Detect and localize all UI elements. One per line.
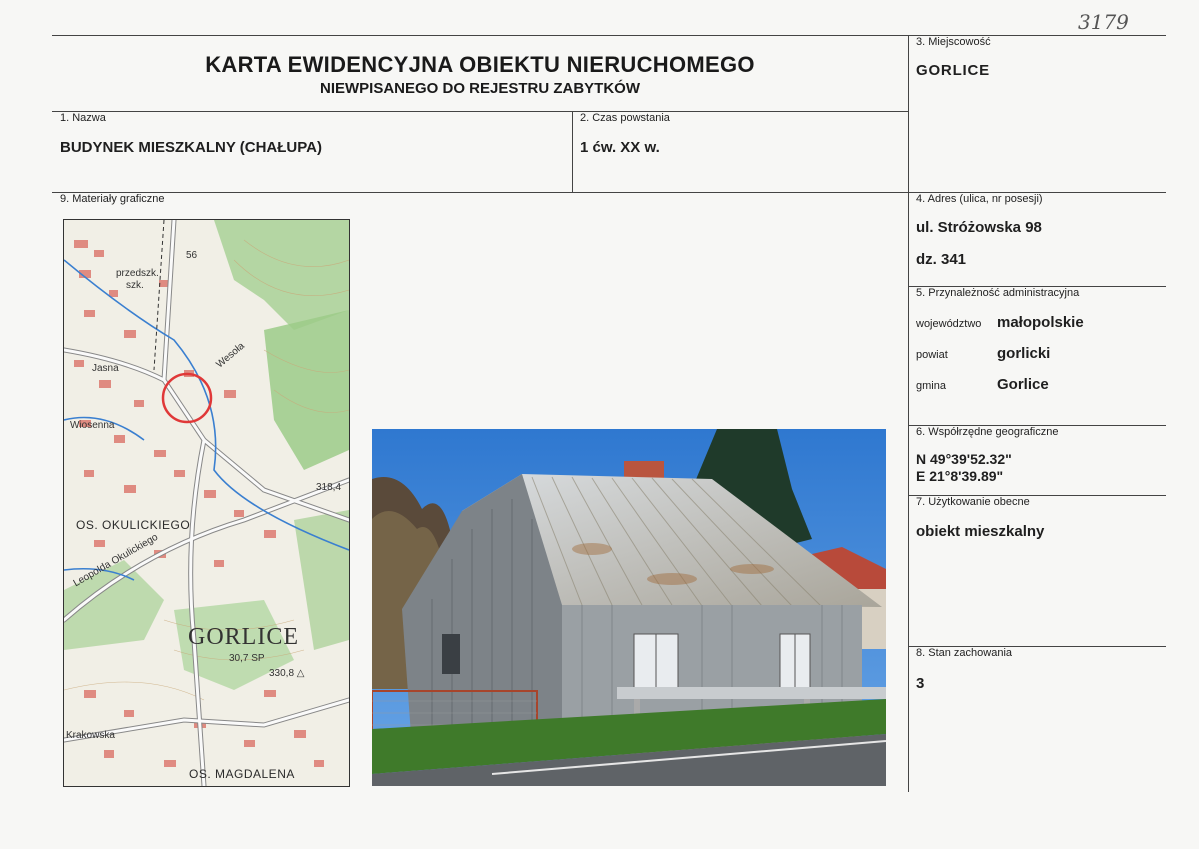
map-label-elev3: 30,7 SP [229, 653, 265, 664]
materialy-label: 9. Materiały graficzne [60, 193, 165, 205]
map-label-elev1: 318,4 [316, 482, 342, 493]
archive-number: 3179 [1078, 10, 1129, 34]
adres-parcel: dz. 341 [916, 251, 967, 268]
czas-label: 2. Czas powstania [580, 112, 670, 124]
title-line-1: KARTA EWIDENCYJNA OBIEKTU NIERUCHOMEGO [205, 52, 755, 77]
title-line-2: NIEWPISANEGO DO REJESTRU ZABYTKÓW [319, 80, 641, 97]
map-label-przedszk: przedszk. [116, 268, 159, 279]
powiat-label: powiat [916, 349, 948, 361]
longitude: E 21°8'39.89" [916, 468, 1004, 484]
czas-value: 1 ćw. XX w. [580, 139, 660, 156]
title-bottom-border [52, 111, 908, 112]
adres-street: ul. Stróżowska 98 [916, 219, 1042, 236]
uzytkowanie-value: obiekt mieszkalny [916, 523, 1045, 540]
photo-graphic [372, 429, 886, 786]
map-label-wiosenna: Wiosenna [70, 420, 115, 431]
uzytkowanie-label: 7. Użytkowanie obecne [916, 496, 1030, 508]
right-column-divider [908, 35, 909, 792]
wojewodztwo-label: województwo [916, 318, 982, 330]
adres-label: 4. Adres (ulica, nr posesji) [916, 193, 1043, 205]
map-label-magdalena: OS. MAGDALENA [189, 767, 295, 781]
przynaleznosc-label: 5. Przynależność administracyjna [916, 287, 1080, 299]
miejscowosc-label: 3. Miejscowość [916, 36, 991, 48]
map-label-szk: szk. [126, 280, 144, 291]
nazwa-label: 1. Nazwa [60, 112, 106, 124]
building-photo [372, 429, 886, 786]
wojewodztwo-value: małopolskie [997, 314, 1084, 331]
miejscowosc-value: GORLICE [916, 62, 990, 79]
stan-value: 3 [916, 675, 925, 692]
location-map: przedszk. szk. 56 Jasna Wesoła Wiosenna … [63, 219, 350, 787]
map-graphic [64, 220, 349, 786]
top-border [52, 35, 1166, 36]
map-label-jasna: Jasna [92, 363, 119, 374]
gmina-label: gmina [916, 380, 946, 392]
map-label-town: GORLICE [188, 624, 299, 650]
name-time-divider [572, 111, 573, 192]
powiat-value: gorlicki [997, 345, 1051, 362]
map-label-elev2: 330,8 △ [269, 668, 305, 679]
map-label-krakowska: Krakowska [66, 730, 115, 741]
stan-label: 8. Stan zachowania [916, 647, 1013, 659]
wspolrzedne-label: 6. Współrzędne geograficzne [916, 426, 1059, 438]
nazwa-value: BUDYNEK MIESZKALNY (CHAŁUPA) [60, 139, 322, 156]
map-label-56: 56 [186, 250, 198, 261]
latitude: N 49°39'52.32" [916, 451, 1012, 467]
document-title: KARTA EWIDENCYJNA OBIEKTU NIERUCHOMEGO N… [52, 52, 908, 97]
gmina-value: Gorlice [997, 376, 1049, 393]
map-label-okulickiego: OS. OKULICKIEGO [76, 518, 191, 532]
